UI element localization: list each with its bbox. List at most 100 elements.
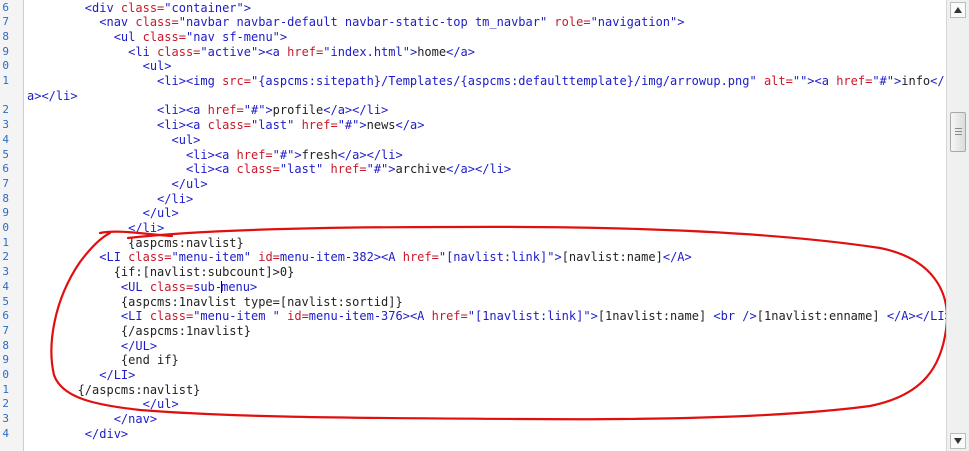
code-token: a></li> [27, 88, 78, 103]
code-token: home [417, 44, 447, 59]
code-editor[interactable]: 6 <div class="container"> 7 <nav class="n… [0, 0, 946, 451]
code-line[interactable]: 7 </ul> [0, 177, 946, 192]
code-line[interactable]: 5 <li><a href="#">fresh</a></li> [0, 148, 946, 163]
code-line[interactable]: 2 <li><a href="#">profile</a></li> [0, 103, 946, 118]
code-line[interactable]: 1 <li><img src="{aspcms:sitepath}/Templa… [0, 74, 946, 89]
code-token: > [279, 29, 288, 44]
code-token: <li [128, 44, 158, 59]
code-line[interactable]: 3 {if:[navlist:subcount]>0} [0, 265, 946, 280]
code-token: menu-item-376 [308, 309, 403, 324]
code-line[interactable]: 6 <LI class="menu-item " id=menu-item-37… [0, 309, 946, 324]
code-token: sub- [193, 279, 223, 294]
line-number: 7 [2, 323, 9, 337]
code-token: [1navlist:enname] [756, 309, 887, 324]
code-text: <li><a class="last" href="#">archive</a>… [27, 162, 511, 177]
code-token: class= [142, 29, 186, 44]
code-text: </nav> [27, 412, 157, 427]
code-line[interactable]: 6 <div class="container"> [0, 1, 946, 16]
code-token: <ul [113, 29, 143, 44]
code-line[interactable]: 8 </li> [0, 192, 946, 207]
code-line[interactable]: 4 </div> [0, 427, 946, 442]
code-text: </ul> [27, 397, 179, 412]
code-token: "container" [164, 0, 244, 15]
code-token: <nav [99, 15, 136, 30]
code-token: > [243, 0, 251, 15]
code-line[interactable]: 3 </nav> [0, 412, 946, 427]
code-token: "nav sf-menu" [185, 29, 280, 44]
code-text: </li> [27, 192, 193, 207]
code-line[interactable]: 0 </li> [0, 221, 946, 236]
code-line[interactable]: 3 <li><a class="last" href="#">news</a> [0, 118, 946, 133]
code-token: ><A [402, 309, 432, 324]
line-number: 8 [2, 191, 9, 205]
line-number: 5 [2, 147, 9, 161]
code-token: "#" [366, 162, 389, 177]
arrow-up-icon [954, 7, 962, 13]
code-token: <UL [120, 279, 150, 294]
code-line[interactable]: 6 <li><a class="last" href="#">archive</… [0, 162, 946, 177]
line-number: 6 [2, 0, 9, 14]
code-line[interactable]: 9 {end if} [0, 353, 946, 368]
code-token: "active" [200, 44, 259, 59]
code-token: "last" [250, 118, 295, 133]
line-number: 0 [2, 368, 9, 381]
code-line[interactable]: 9 </ul> [0, 206, 946, 221]
code-line[interactable]: 1 {/aspcms:navlist} [0, 383, 946, 398]
line-number: 4 [2, 132, 9, 146]
code-line[interactable]: 2 </ul> [0, 397, 946, 412]
code-token: <li><img [157, 74, 223, 88]
line-number: 0 [2, 221, 9, 234]
code-token: > [294, 147, 302, 162]
code-line[interactable]: 4 <UL class=sub-menu> [0, 280, 946, 295]
code-token: "navigation" [590, 15, 678, 30]
scroll-down-button[interactable] [950, 433, 966, 449]
code-line[interactable]: 7 <nav class="navbar navbar-default navb… [0, 15, 946, 30]
line-number: 4 [2, 279, 9, 293]
code-token: </ul> [142, 206, 179, 221]
code-line[interactable]: 7 {/aspcms:1navlist} [0, 324, 946, 339]
code-token: {aspcms:navlist} [27, 235, 244, 250]
line-number: 6 [2, 162, 9, 176]
code-token: {aspcms:1navlist type=[navlist:sortid]} [27, 294, 403, 309]
code-text: {/aspcms:navlist} [27, 383, 201, 398]
code-line[interactable]: 1 {aspcms:navlist} [0, 236, 946, 251]
code-line[interactable]: 0 <ul> [0, 59, 946, 74]
code-token: </li> [157, 191, 194, 206]
code-token: href= [323, 162, 367, 177]
scroll-up-button[interactable] [950, 2, 966, 18]
code-token: href= [402, 250, 439, 265]
code-text: </LI> [27, 368, 135, 383]
code-line[interactable]: 4 <ul> [0, 133, 946, 148]
code-line[interactable]: 0 </LI> [0, 368, 946, 383]
vertical-scrollbar[interactable] [946, 0, 969, 451]
code-token: <li><a [185, 147, 237, 162]
code-line[interactable]: 9 <li class="active"><a href="index.html… [0, 45, 946, 60]
code-text: <li><img src="{aspcms:sitepath}/Template… [27, 74, 945, 89]
line-number: 9 [2, 44, 9, 58]
code-token: </ [930, 74, 945, 88]
code-token: <br /> [713, 309, 757, 324]
line-number: 8 [2, 338, 9, 352]
code-line[interactable]: 8 <ul class="nav sf-menu"> [0, 30, 946, 45]
scrollbar-thumb[interactable] [950, 112, 966, 152]
code-line[interactable]: 8 </UL> [0, 339, 946, 354]
line-number: 9 [2, 353, 9, 367]
code-token: id= [251, 250, 280, 265]
code-token: <ul> [142, 59, 172, 74]
code-line[interactable]: 5 {aspcms:1navlist type=[navlist:sortid]… [0, 295, 946, 310]
line-number: 5 [2, 294, 9, 308]
code-line[interactable]: a></li> [0, 89, 946, 104]
code-token: fresh [301, 147, 338, 162]
code-token: "[1navlist:link]" [467, 309, 591, 324]
code-token: menu [221, 279, 250, 294]
code-token: </A> [662, 250, 692, 265]
code-line[interactable]: 2 <LI class="menu-item" id=menu-item-382… [0, 250, 946, 265]
